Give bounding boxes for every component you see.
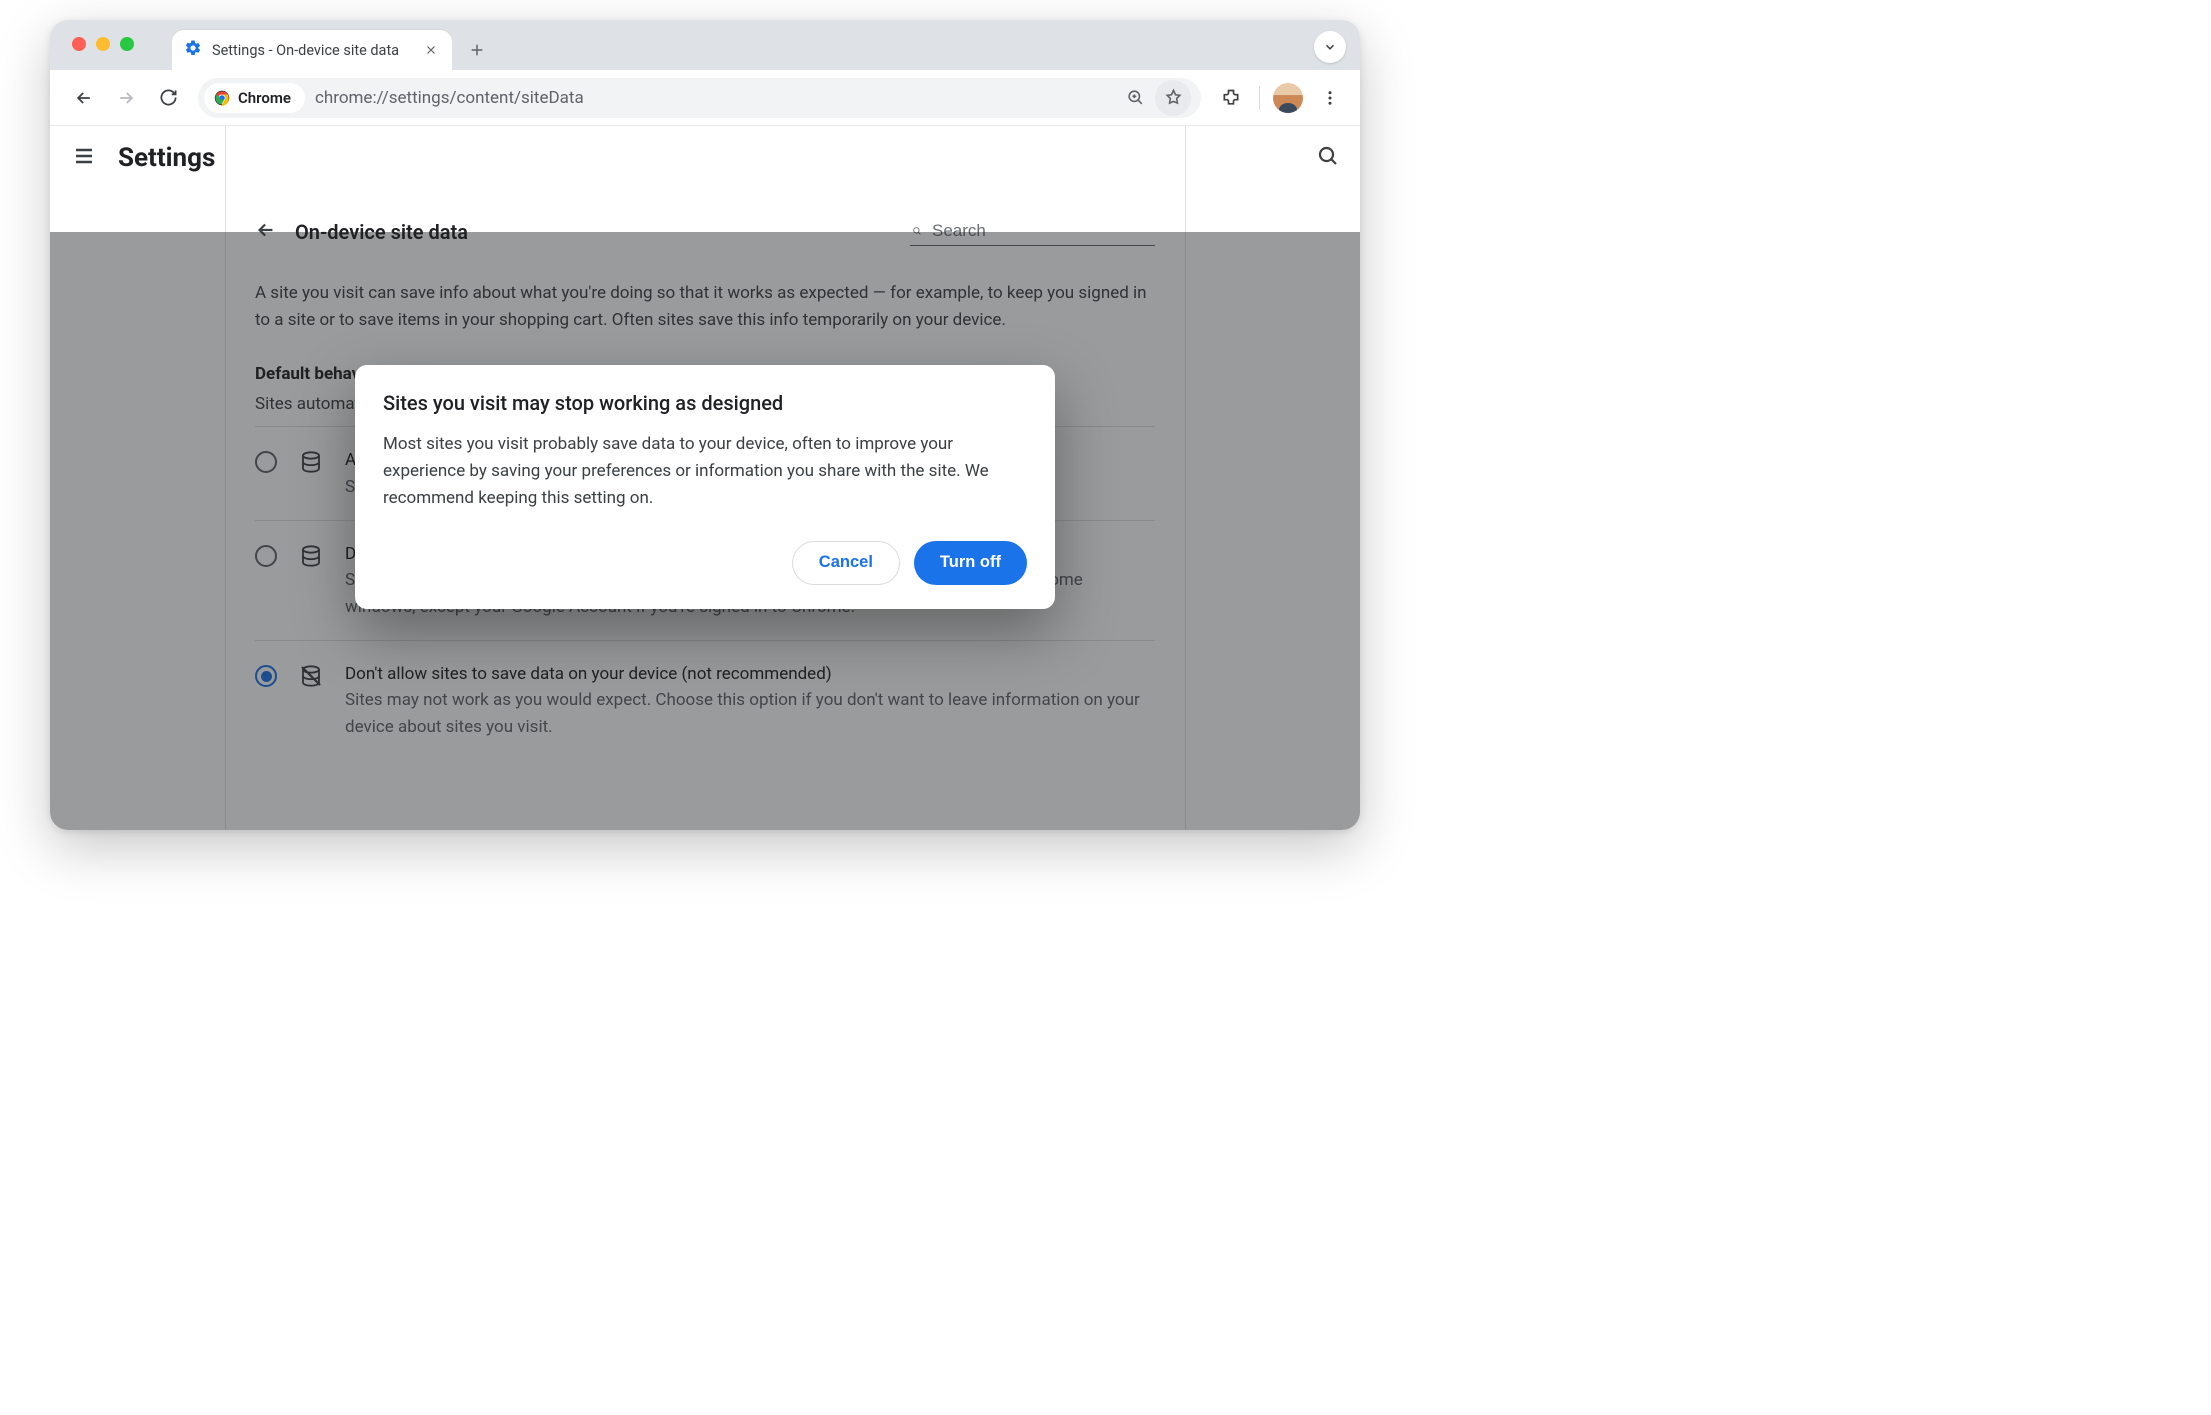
bookmark-icon[interactable] xyxy=(1155,80,1191,116)
tab-settings[interactable]: Settings - On-device site data xyxy=(172,30,452,70)
fullscreen-window-button[interactable] xyxy=(120,37,134,51)
settings-appbar: Settings xyxy=(50,126,1360,190)
close-window-button[interactable] xyxy=(72,37,86,51)
dialog-title: Sites you visit may stop working as desi… xyxy=(383,391,1027,415)
tab-title: Settings - On-device site data xyxy=(212,42,399,59)
confirm-dialog: Sites you visit may stop working as desi… xyxy=(355,365,1055,609)
minimize-window-button[interactable] xyxy=(96,37,110,51)
zoom-icon[interactable] xyxy=(1117,80,1153,116)
dialog-body: Most sites you visit probably save data … xyxy=(383,431,1027,513)
url-text: chrome://settings/content/siteData xyxy=(315,88,1107,108)
browser-window: Settings - On-device site data xyxy=(50,20,1360,830)
hamburger-menu-icon[interactable] xyxy=(72,144,96,172)
new-tab-button[interactable] xyxy=(462,35,492,65)
cancel-button[interactable]: Cancel xyxy=(792,541,900,585)
tabs: Settings - On-device site data xyxy=(172,20,492,70)
forward-button[interactable] xyxy=(106,78,146,118)
omnibox-actions xyxy=(1117,80,1191,116)
appbar-title: Settings xyxy=(118,143,215,173)
toolbar-separator xyxy=(1259,86,1260,110)
close-tab-icon[interactable] xyxy=(422,41,440,59)
turn-off-button[interactable]: Turn off xyxy=(914,541,1027,585)
tab-strip: Settings - On-device site data xyxy=(50,20,1360,70)
back-button[interactable] xyxy=(64,78,104,118)
address-bar[interactable]: Chrome chrome://settings/content/siteDat… xyxy=(198,78,1201,118)
settings-gear-icon xyxy=(184,39,202,61)
reload-button[interactable] xyxy=(148,78,188,118)
window-controls xyxy=(72,37,134,51)
site-chip-label: Chrome xyxy=(238,89,291,107)
profile-avatar[interactable] xyxy=(1268,78,1308,118)
appbar-search-icon[interactable] xyxy=(1316,144,1340,172)
dialog-actions: Cancel Turn off xyxy=(383,541,1027,585)
extensions-icon[interactable] xyxy=(1211,78,1251,118)
menu-icon[interactable] xyxy=(1310,78,1350,118)
browser-toolbar: Chrome chrome://settings/content/siteDat… xyxy=(50,70,1360,126)
site-chip[interactable]: Chrome xyxy=(204,83,305,113)
tab-list-dropdown[interactable] xyxy=(1314,31,1346,63)
